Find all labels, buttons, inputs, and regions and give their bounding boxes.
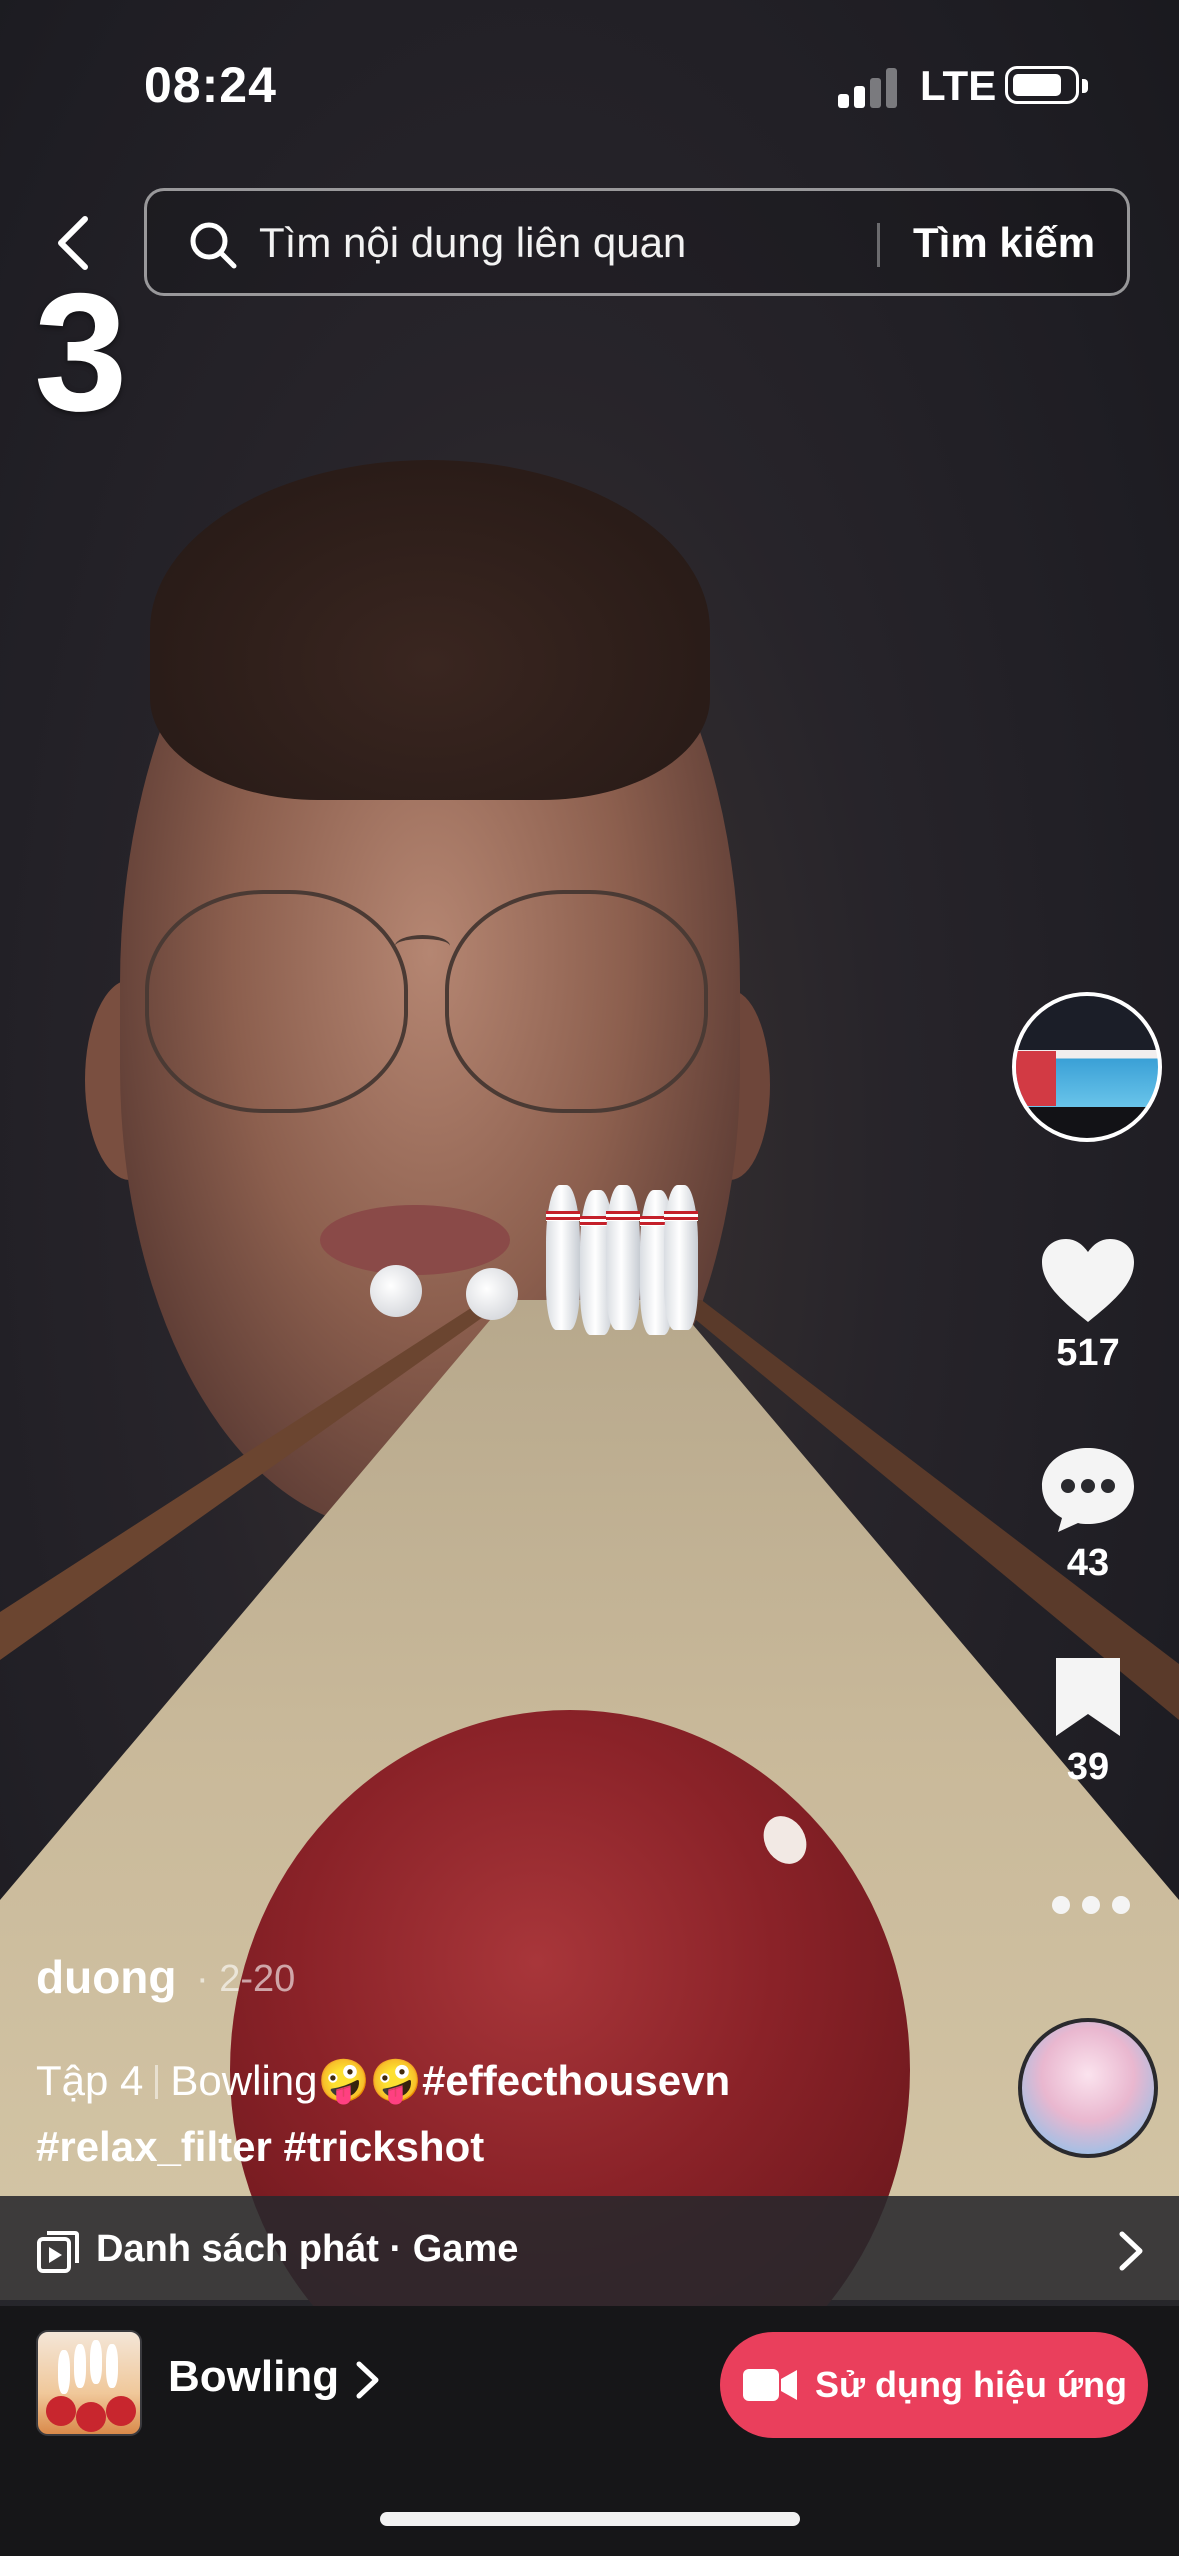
search-divider [877, 223, 880, 267]
network-type: LTE [920, 62, 997, 109]
playlist-icon [37, 2231, 79, 2273]
creator-avatar[interactable] [1012, 992, 1162, 1142]
save-button[interactable]: 39 [1018, 1654, 1158, 1789]
bowling-pin [664, 1185, 698, 1330]
more-options-icon[interactable] [1046, 1890, 1136, 1920]
search-button[interactable]: Tìm kiếm [913, 219, 1095, 267]
home-indicator[interactable] [380, 2512, 800, 2526]
heart-icon [1042, 1239, 1134, 1322]
glasses-bridge [395, 935, 450, 957]
signal-icon [838, 66, 900, 108]
post-date: · 2-20 [196, 1958, 296, 2000]
use-effect-button[interactable]: Sử dụng hiệu ứng [720, 2332, 1148, 2438]
small-ball [466, 1268, 518, 1320]
playlist-bar[interactable]: Danh sách phát · Game [0, 2196, 1179, 2306]
music-disc[interactable] [1018, 2018, 1158, 2158]
caption-episode: Tập 4 [36, 2057, 144, 2104]
glasses-lens-right [445, 890, 708, 1113]
comment-count: 43 [1066, 1542, 1110, 1584]
bookmark-icon [1056, 1658, 1120, 1736]
effect-bar: Bowling Sử dụng hiệu ứng [0, 2306, 1179, 2556]
caption-title: Bowling🤪🤪 [170, 2057, 423, 2104]
search-input[interactable]: Tìm nội dung liên quan [259, 219, 686, 267]
status-time: 08:24 [144, 57, 277, 113]
author-name[interactable]: duong [36, 1950, 177, 2004]
comment-icon [1042, 1448, 1134, 1532]
chevron-right-icon[interactable] [352, 2358, 382, 2402]
glasses-lens-left [145, 890, 408, 1113]
video-camera-icon [742, 2369, 797, 2401]
person-hair [150, 460, 710, 800]
status-bar: 08:24 LTE [0, 0, 1179, 170]
effect-thumbnail[interactable] [36, 2330, 142, 2436]
hashtag[interactable]: #relax_filter [36, 2123, 272, 2170]
search-icon [190, 222, 237, 269]
comment-button[interactable]: 43 [1018, 1444, 1158, 1585]
bowling-pin [546, 1185, 580, 1330]
caption-separator [155, 2065, 159, 2099]
search-bar[interactable]: Tìm nội dung liên quan Tìm kiếm [144, 188, 1130, 296]
person-lips [320, 1205, 510, 1275]
like-button[interactable]: 517 [1018, 1236, 1158, 1375]
playlist-label: Danh sách phát · Game [96, 2228, 519, 2270]
bowling-pin [606, 1185, 640, 1330]
hashtag[interactable]: #effecthousevn [422, 2057, 730, 2104]
small-ball [370, 1265, 422, 1317]
save-count: 39 [1066, 1746, 1110, 1788]
chevron-right-icon [1119, 2231, 1143, 2271]
hashtag[interactable]: #trickshot [284, 2123, 485, 2170]
video-caption[interactable]: Tập 4 Bowling🤪🤪#effecthousevn #relax_filt… [36, 2048, 796, 2180]
overlay-counter: 3 [34, 258, 128, 446]
effect-name[interactable]: Bowling [168, 2352, 339, 2402]
like-count: 517 [1056, 1332, 1120, 1374]
use-effect-label: Sử dụng hiệu ứng [814, 2364, 1128, 2405]
battery-icon [1005, 66, 1088, 104]
